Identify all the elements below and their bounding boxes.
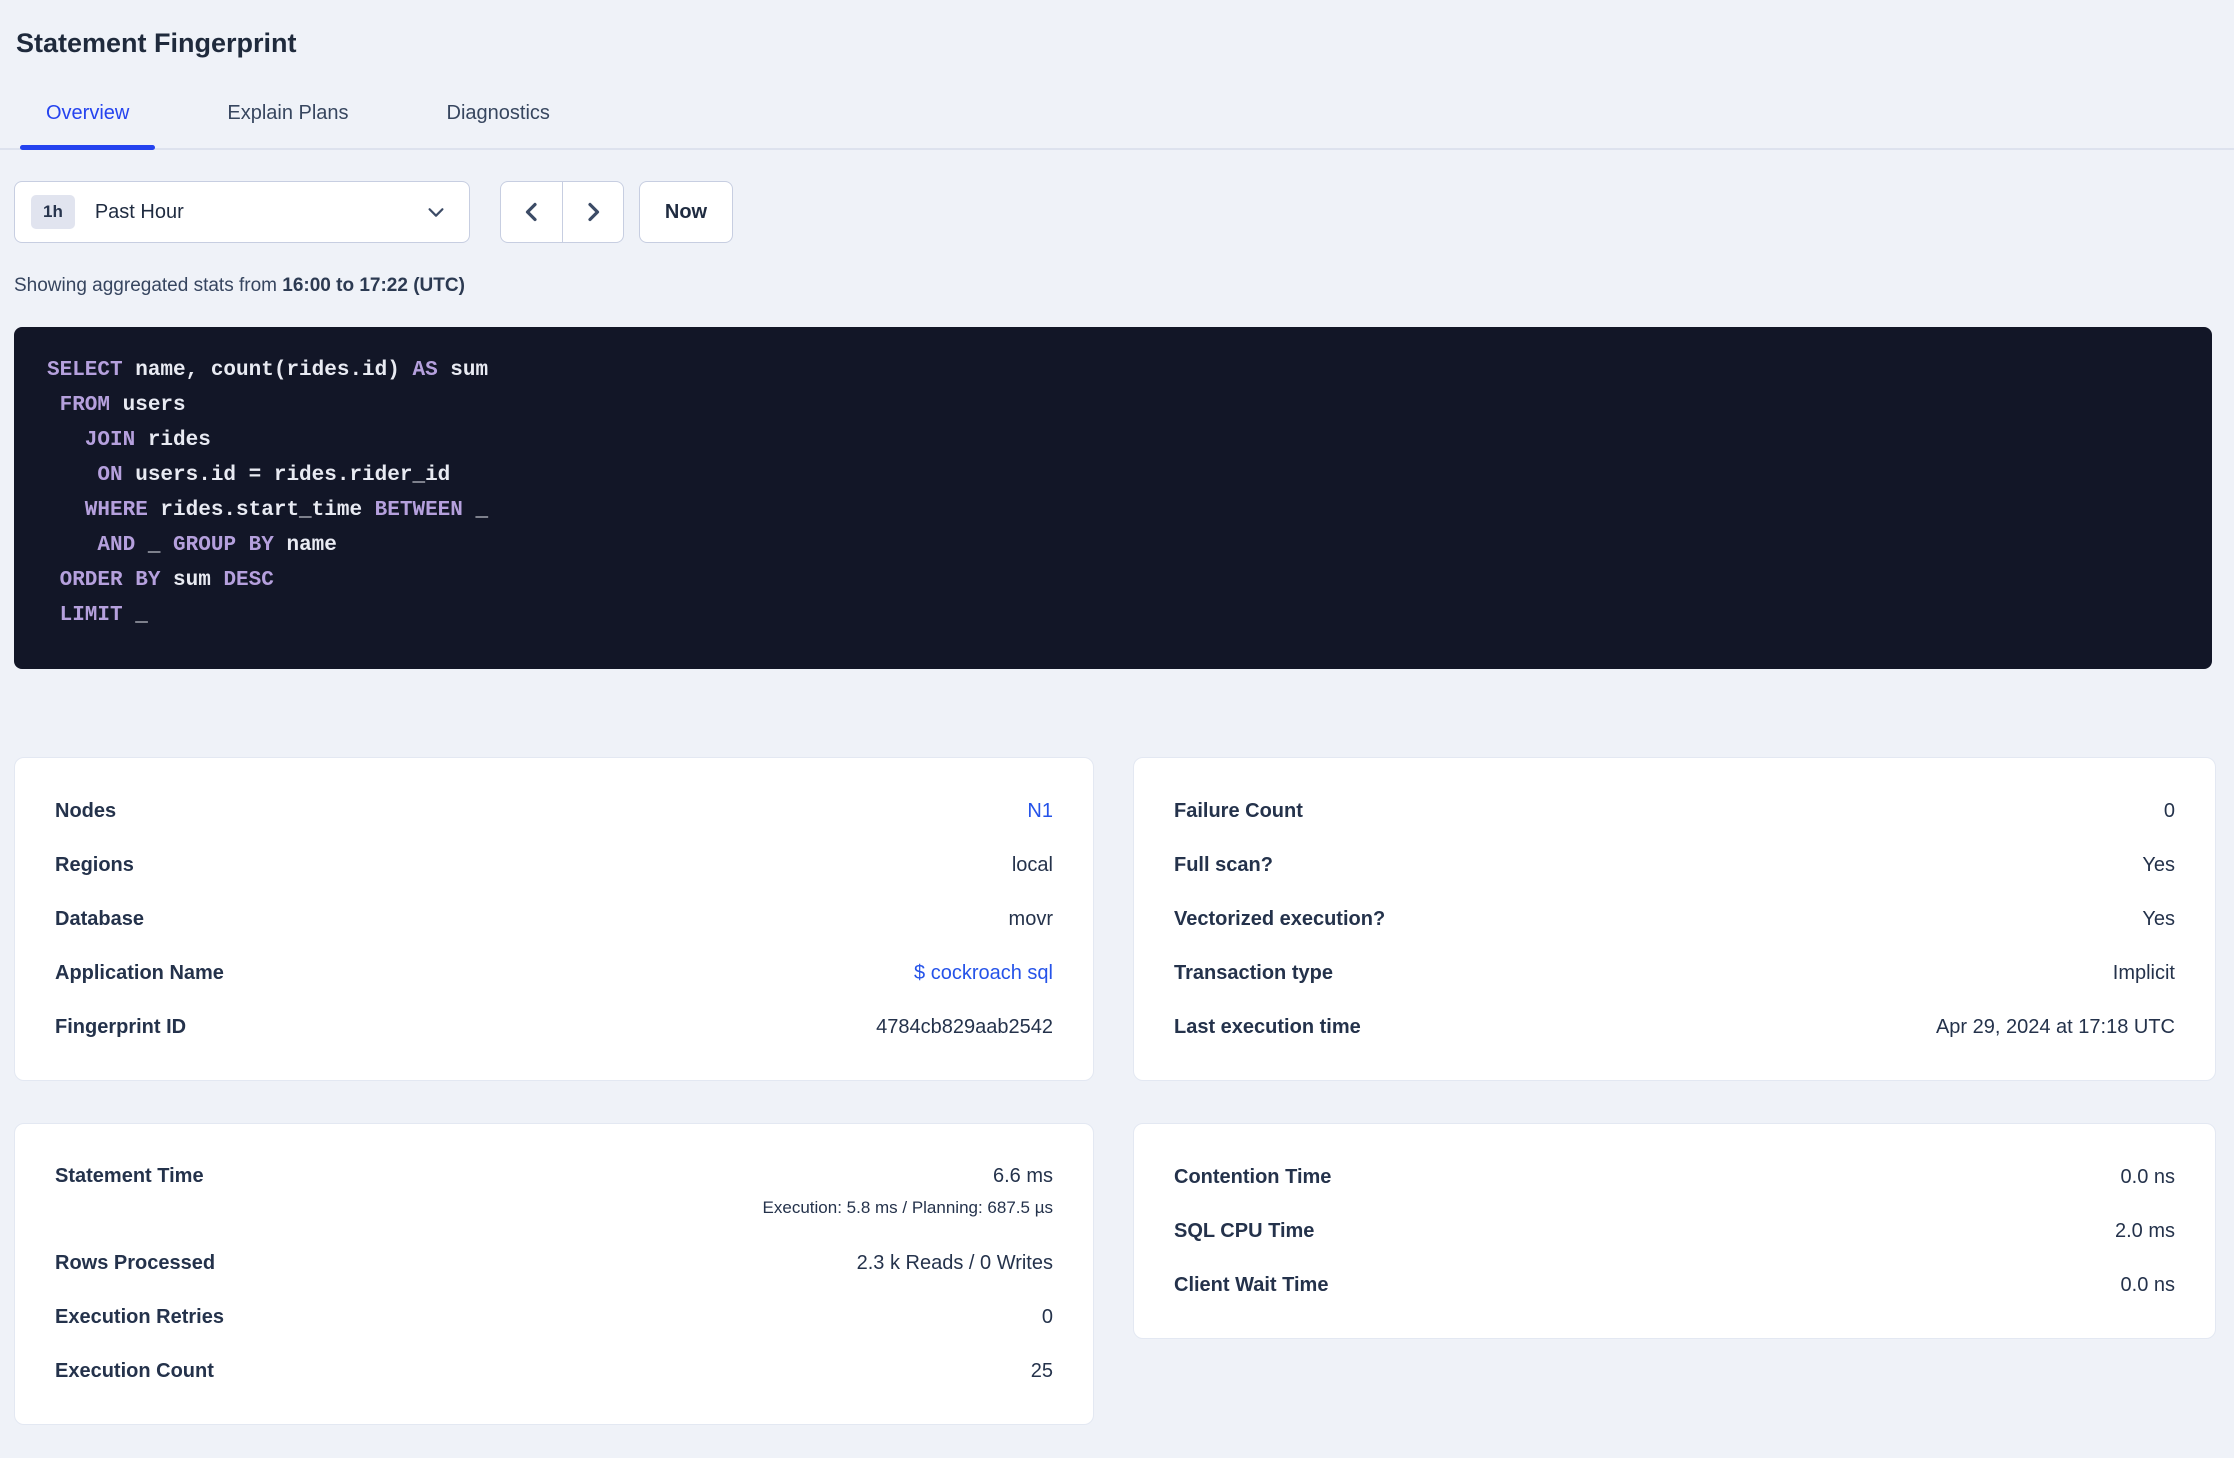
row-execution-retries: Execution Retries 0 [55, 1290, 1053, 1344]
fingerprint-id-value: 4784cb829aab2542 [876, 1015, 1053, 1038]
sql-cpu-time-value: 2.0 ms [2114, 1219, 2175, 1242]
page-title: Statement Fingerprint [16, 28, 297, 58]
time-range-picker[interactable]: 1h Past Hour [14, 181, 470, 243]
row-nodes: Nodes N1 [55, 784, 1053, 838]
full-scan-label: Full scan? [1174, 853, 1273, 876]
now-button[interactable]: Now [639, 181, 733, 243]
chevron-down-icon [425, 201, 447, 223]
statement-time-value: 6.6 ms [992, 1165, 1053, 1187]
statement-time-value-group: 6.6 ms Execution: 5.8 ms / Planning: 687… [763, 1163, 1053, 1220]
contention-time-value: 0.0 ns [2120, 1165, 2175, 1188]
time-controls: 1h Past Hour Now [14, 181, 2220, 243]
aggregated-stats-range: 16:00 to 17:22 (UTC) [282, 275, 465, 296]
execution-retries-value: 0 [1041, 1305, 1053, 1328]
statement-timing-card: Statement Time 6.6 ms Execution: 5.8 ms … [14, 1123, 1094, 1425]
execution-attributes-card: Failure Count 0 Full scan? Yes Vectorize… [1133, 757, 2216, 1081]
tab-diagnostics[interactable]: Diagnostics [421, 100, 576, 148]
stats-cards-grid: Nodes N1 Regions local Database movr App… [14, 757, 2220, 1439]
aggregated-stats-prefix: Showing aggregated stats from [14, 275, 283, 296]
row-regions: Regions local [55, 838, 1053, 892]
vectorized-execution-label: Vectorized execution? [1174, 907, 1386, 930]
sql-statement-box: SELECT name, count(rides.id) AS sum FROM… [14, 327, 2212, 669]
statement-info-card: Nodes N1 Regions local Database movr App… [14, 757, 1094, 1081]
failure-count-value: 0 [2163, 799, 2175, 822]
row-vectorized-execution: Vectorized execution? Yes [1174, 892, 2175, 946]
nodes-value-link[interactable]: N1 [1027, 798, 1053, 825]
row-statement-time: Statement Time 6.6 ms Execution: 5.8 ms … [55, 1150, 1053, 1236]
tab-overview-label: Overview [46, 102, 130, 124]
row-database: Database movr [55, 892, 1053, 946]
transaction-type-label: Transaction type [1174, 961, 1333, 984]
row-transaction-type: Transaction type Implicit [1174, 946, 2175, 1000]
client-wait-time-value: 0.0 ns [2120, 1273, 2175, 1296]
time-range-label: Past Hour [94, 200, 184, 223]
failure-count-label: Failure Count [1174, 799, 1303, 822]
regions-label: Regions [55, 853, 134, 876]
rows-processed-value: 2.3 k Reads / 0 Writes [856, 1251, 1053, 1274]
nodes-label: Nodes [55, 799, 117, 822]
row-sql-cpu-time: SQL CPU Time 2.0 ms [1174, 1204, 2175, 1258]
row-client-wait-time: Client Wait Time 0.0 ns [1174, 1258, 2175, 1312]
row-last-execution-time: Last execution time Apr 29, 2024 at 17:1… [1174, 1000, 2175, 1054]
statement-fingerprint-page: Statement Fingerprint Overview Explain P… [0, 0, 2234, 1458]
execution-count-value: 25 [1030, 1359, 1053, 1382]
row-rows-processed: Rows Processed 2.3 k Reads / 0 Writes [55, 1236, 1053, 1290]
row-fingerprint-id: Fingerprint ID 4784cb829aab2542 [55, 1000, 1053, 1054]
next-time-range-button[interactable] [562, 182, 623, 242]
wait-times-card: Contention Time 0.0 ns SQL CPU Time 2.0 … [1133, 1123, 2216, 1339]
statement-time-label: Statement Time [55, 1165, 204, 1187]
tab-diagnostics-label: Diagnostics [446, 102, 550, 124]
contention-time-label: Contention Time [1174, 1165, 1332, 1188]
transaction-type-value: Implicit [2112, 961, 2175, 984]
execution-count-label: Execution Count [55, 1359, 214, 1382]
full-scan-value: Yes [2142, 853, 2175, 876]
sql-cpu-time-label: SQL CPU Time [1174, 1219, 1315, 1242]
tab-bar: Overview Explain Plans Diagnostics [0, 100, 2234, 150]
statement-time-breakdown: Execution: 5.8 ms / Planning: 687.5 µs [762, 1198, 1053, 1217]
last-execution-time-label: Last execution time [1174, 1015, 1361, 1038]
previous-time-range-button[interactable] [501, 182, 562, 242]
row-contention-time: Contention Time 0.0 ns [1174, 1150, 2175, 1204]
last-execution-time-value: Apr 29, 2024 at 17:18 UTC [1935, 1015, 2175, 1038]
execution-retries-label: Execution Retries [55, 1305, 224, 1328]
aggregated-stats-line: Showing aggregated stats from 16:00 to 1… [14, 275, 2220, 297]
chevron-left-icon [520, 200, 544, 224]
tab-explain-plans-label: Explain Plans [227, 102, 349, 124]
client-wait-time-label: Client Wait Time [1174, 1273, 1329, 1296]
application-name-label: Application Name [55, 961, 224, 984]
rows-processed-label: Rows Processed [55, 1251, 216, 1274]
vectorized-execution-value: Yes [2142, 907, 2175, 930]
database-label: Database [55, 907, 144, 930]
row-execution-count: Execution Count 25 [55, 1344, 1053, 1398]
row-full-scan: Full scan? Yes [1174, 838, 2175, 892]
row-application-name: Application Name $ cockroach sql [55, 946, 1053, 1000]
tab-explain-plans[interactable]: Explain Plans [201, 100, 374, 148]
fingerprint-id-label: Fingerprint ID [55, 1015, 187, 1038]
time-range-badge: 1h [31, 195, 75, 229]
regions-value: local [1011, 853, 1053, 876]
database-value: movr [1008, 907, 1053, 930]
tab-overview[interactable]: Overview [20, 100, 156, 150]
time-step-group [500, 181, 624, 243]
row-failure-count: Failure Count 0 [1174, 784, 2175, 838]
sql-statement-code: SELECT name, count(rides.id) AS sum FROM… [47, 359, 489, 627]
chevron-right-icon [581, 200, 605, 224]
application-name-value-link[interactable]: $ cockroach sql [914, 960, 1053, 987]
